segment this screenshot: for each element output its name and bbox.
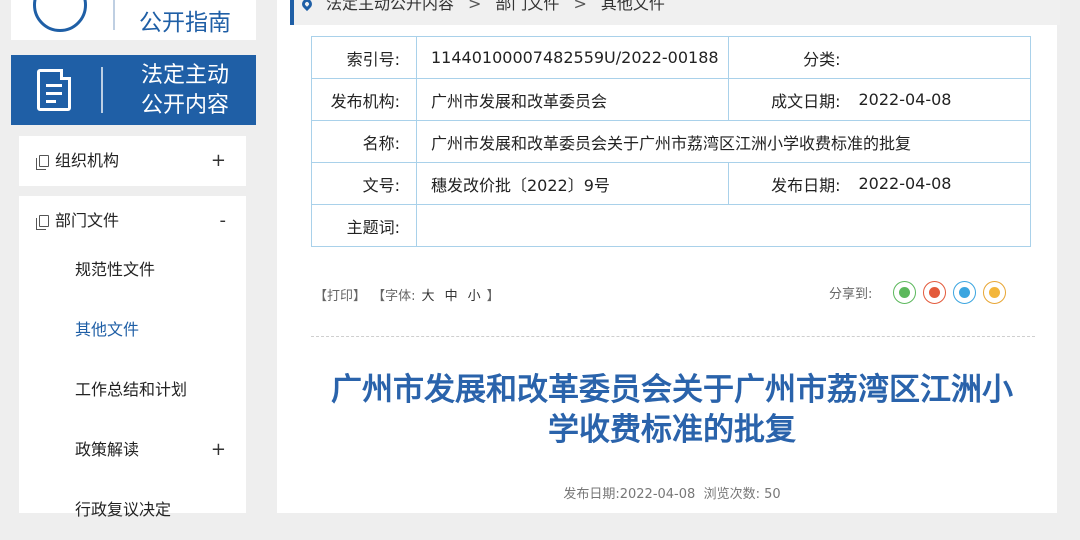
- publisher-value: 广州市发展和改革委员会: [416, 78, 729, 121]
- weibo-share-icon[interactable]: [923, 281, 947, 304]
- document-meta-table: 索引号: 11440100007482559U/2022-00188 分类: 发…: [311, 36, 1031, 247]
- nav-item-organization[interactable]: 组织机构 +: [19, 136, 246, 186]
- divider: [113, 0, 115, 30]
- location-pin-icon: [299, 0, 315, 12]
- font-large-button[interactable]: 大: [422, 289, 435, 304]
- views-count: 50: [764, 487, 781, 502]
- pages-icon: [36, 215, 49, 230]
- article-title: 广州市发展和改革委员会关于广州市荔湾区江洲小 学收费标准的批复: [331, 372, 1013, 448]
- table-row: 名称: 广州市发展和改革委员会关于广州市荔湾区江洲小学收费标准的批复: [311, 120, 1031, 163]
- table-row: 发布机构: 广州市发展和改革委员会 成文日期: 2022-04-08: [311, 78, 1031, 121]
- breadcrumb: 法定主动公开内容 > 部门文件 > 其他文件: [290, 0, 1060, 25]
- written-date-value: 2022-04-08: [846, 78, 1031, 121]
- views-label: 浏览次数:: [703, 487, 760, 502]
- table-row: 文号: 穗发改价批〔2022〕9号 发布日期: 2022-04-08: [311, 162, 1031, 205]
- name-value: 广州市发展和改革委员会关于广州市荔湾区江洲小学收费标准的批复: [416, 120, 1031, 163]
- divider: [311, 336, 1035, 337]
- nav-group-organization: 组织机构 +: [19, 136, 246, 186]
- font-small-button[interactable]: 小: [468, 289, 481, 304]
- statutory-disclosure-title: 法定主动 公开内容: [140, 63, 229, 118]
- public-guide-title: 公开指南: [139, 10, 231, 36]
- collapse-icon[interactable]: -: [220, 196, 227, 246]
- qq-share-icon[interactable]: [953, 281, 977, 304]
- expand-icon[interactable]: +: [211, 136, 226, 186]
- table-row: 主题词:: [311, 204, 1031, 247]
- breadcrumb-item[interactable]: 法定主动公开内容: [326, 0, 454, 13]
- doc-no-value: 穗发改价批〔2022〕9号: [416, 162, 729, 205]
- breadcrumb-item-current[interactable]: 其他文件: [601, 0, 665, 13]
- wechat-share-icon[interactable]: [893, 281, 917, 304]
- publish-date-value: 2022-04-08: [846, 162, 1031, 205]
- compass-icon: [33, 0, 87, 32]
- index-value: 11440100007482559U/2022-00188: [416, 36, 729, 79]
- publish-date-value: 2022-04-08: [619, 487, 696, 502]
- nav-item-department-files[interactable]: 部门文件 -: [19, 196, 246, 246]
- category-label: 分类:: [728, 36, 847, 79]
- font-size-label: 【字体:: [372, 289, 416, 304]
- font-medium-button[interactable]: 中: [445, 289, 458, 304]
- pages-icon: [36, 155, 49, 170]
- sub-item-other-files[interactable]: 其他文件: [19, 300, 246, 360]
- expand-icon[interactable]: +: [211, 420, 226, 480]
- font-size-suffix: 】: [486, 289, 500, 304]
- publish-date-label: 发布日期:: [728, 162, 847, 205]
- content-panel: 法定主动公开内容 > 部门文件 > 其他文件 索引号: 1144010000748255…: [277, 0, 1060, 513]
- print-button[interactable]: 【打印】: [314, 289, 366, 304]
- statutory-disclosure-card[interactable]: 法定主动 公开内容: [11, 55, 256, 125]
- sub-item-administrative-review[interactable]: 行政复议决定: [19, 480, 246, 540]
- index-label: 索引号:: [311, 36, 417, 79]
- written-date-label: 成文日期:: [728, 78, 847, 121]
- publish-date-label: 发布日期:: [563, 487, 620, 502]
- divider: [101, 67, 103, 113]
- favorite-share-icon[interactable]: [983, 281, 1007, 304]
- keywords-label: 主题词:: [311, 204, 417, 247]
- sub-item-normative-files[interactable]: 规范性文件: [19, 240, 246, 300]
- breadcrumb-separator: >: [468, 0, 482, 13]
- breadcrumb-item[interactable]: 部门文件: [495, 0, 559, 13]
- sub-item-work-summary[interactable]: 工作总结和计划: [19, 360, 246, 420]
- share-bar: 分享到:: [829, 281, 1007, 304]
- category-value: [846, 36, 1031, 79]
- share-label: 分享到:: [829, 287, 873, 302]
- sidebar: 公开指南 法定主动 公开内容 组织机构 + 部门文件 - 规范性文件 其他文件: [0, 0, 265, 519]
- public-guide-card[interactable]: 公开指南: [11, 0, 256, 40]
- article-meta: 发布日期:2022-04-08 浏览次数: 50: [307, 483, 1037, 502]
- name-label: 名称:: [311, 120, 417, 163]
- breadcrumb-separator: >: [573, 0, 587, 13]
- sub-item-policy-interpretation[interactable]: 政策解读 +: [19, 420, 246, 480]
- keywords-value: [416, 204, 1031, 247]
- doc-no-label: 文号:: [311, 162, 417, 205]
- publisher-label: 发布机构:: [311, 78, 417, 121]
- article-tools: 【打印】 【字体: 大中小】: [313, 285, 501, 304]
- document-icon: [37, 69, 71, 111]
- nav-group-department-files: 部门文件 - 规范性文件 其他文件 工作总结和计划 政策解读 + 行政复议决定: [19, 196, 246, 519]
- table-row: 索引号: 11440100007482559U/2022-00188 分类:: [311, 36, 1031, 79]
